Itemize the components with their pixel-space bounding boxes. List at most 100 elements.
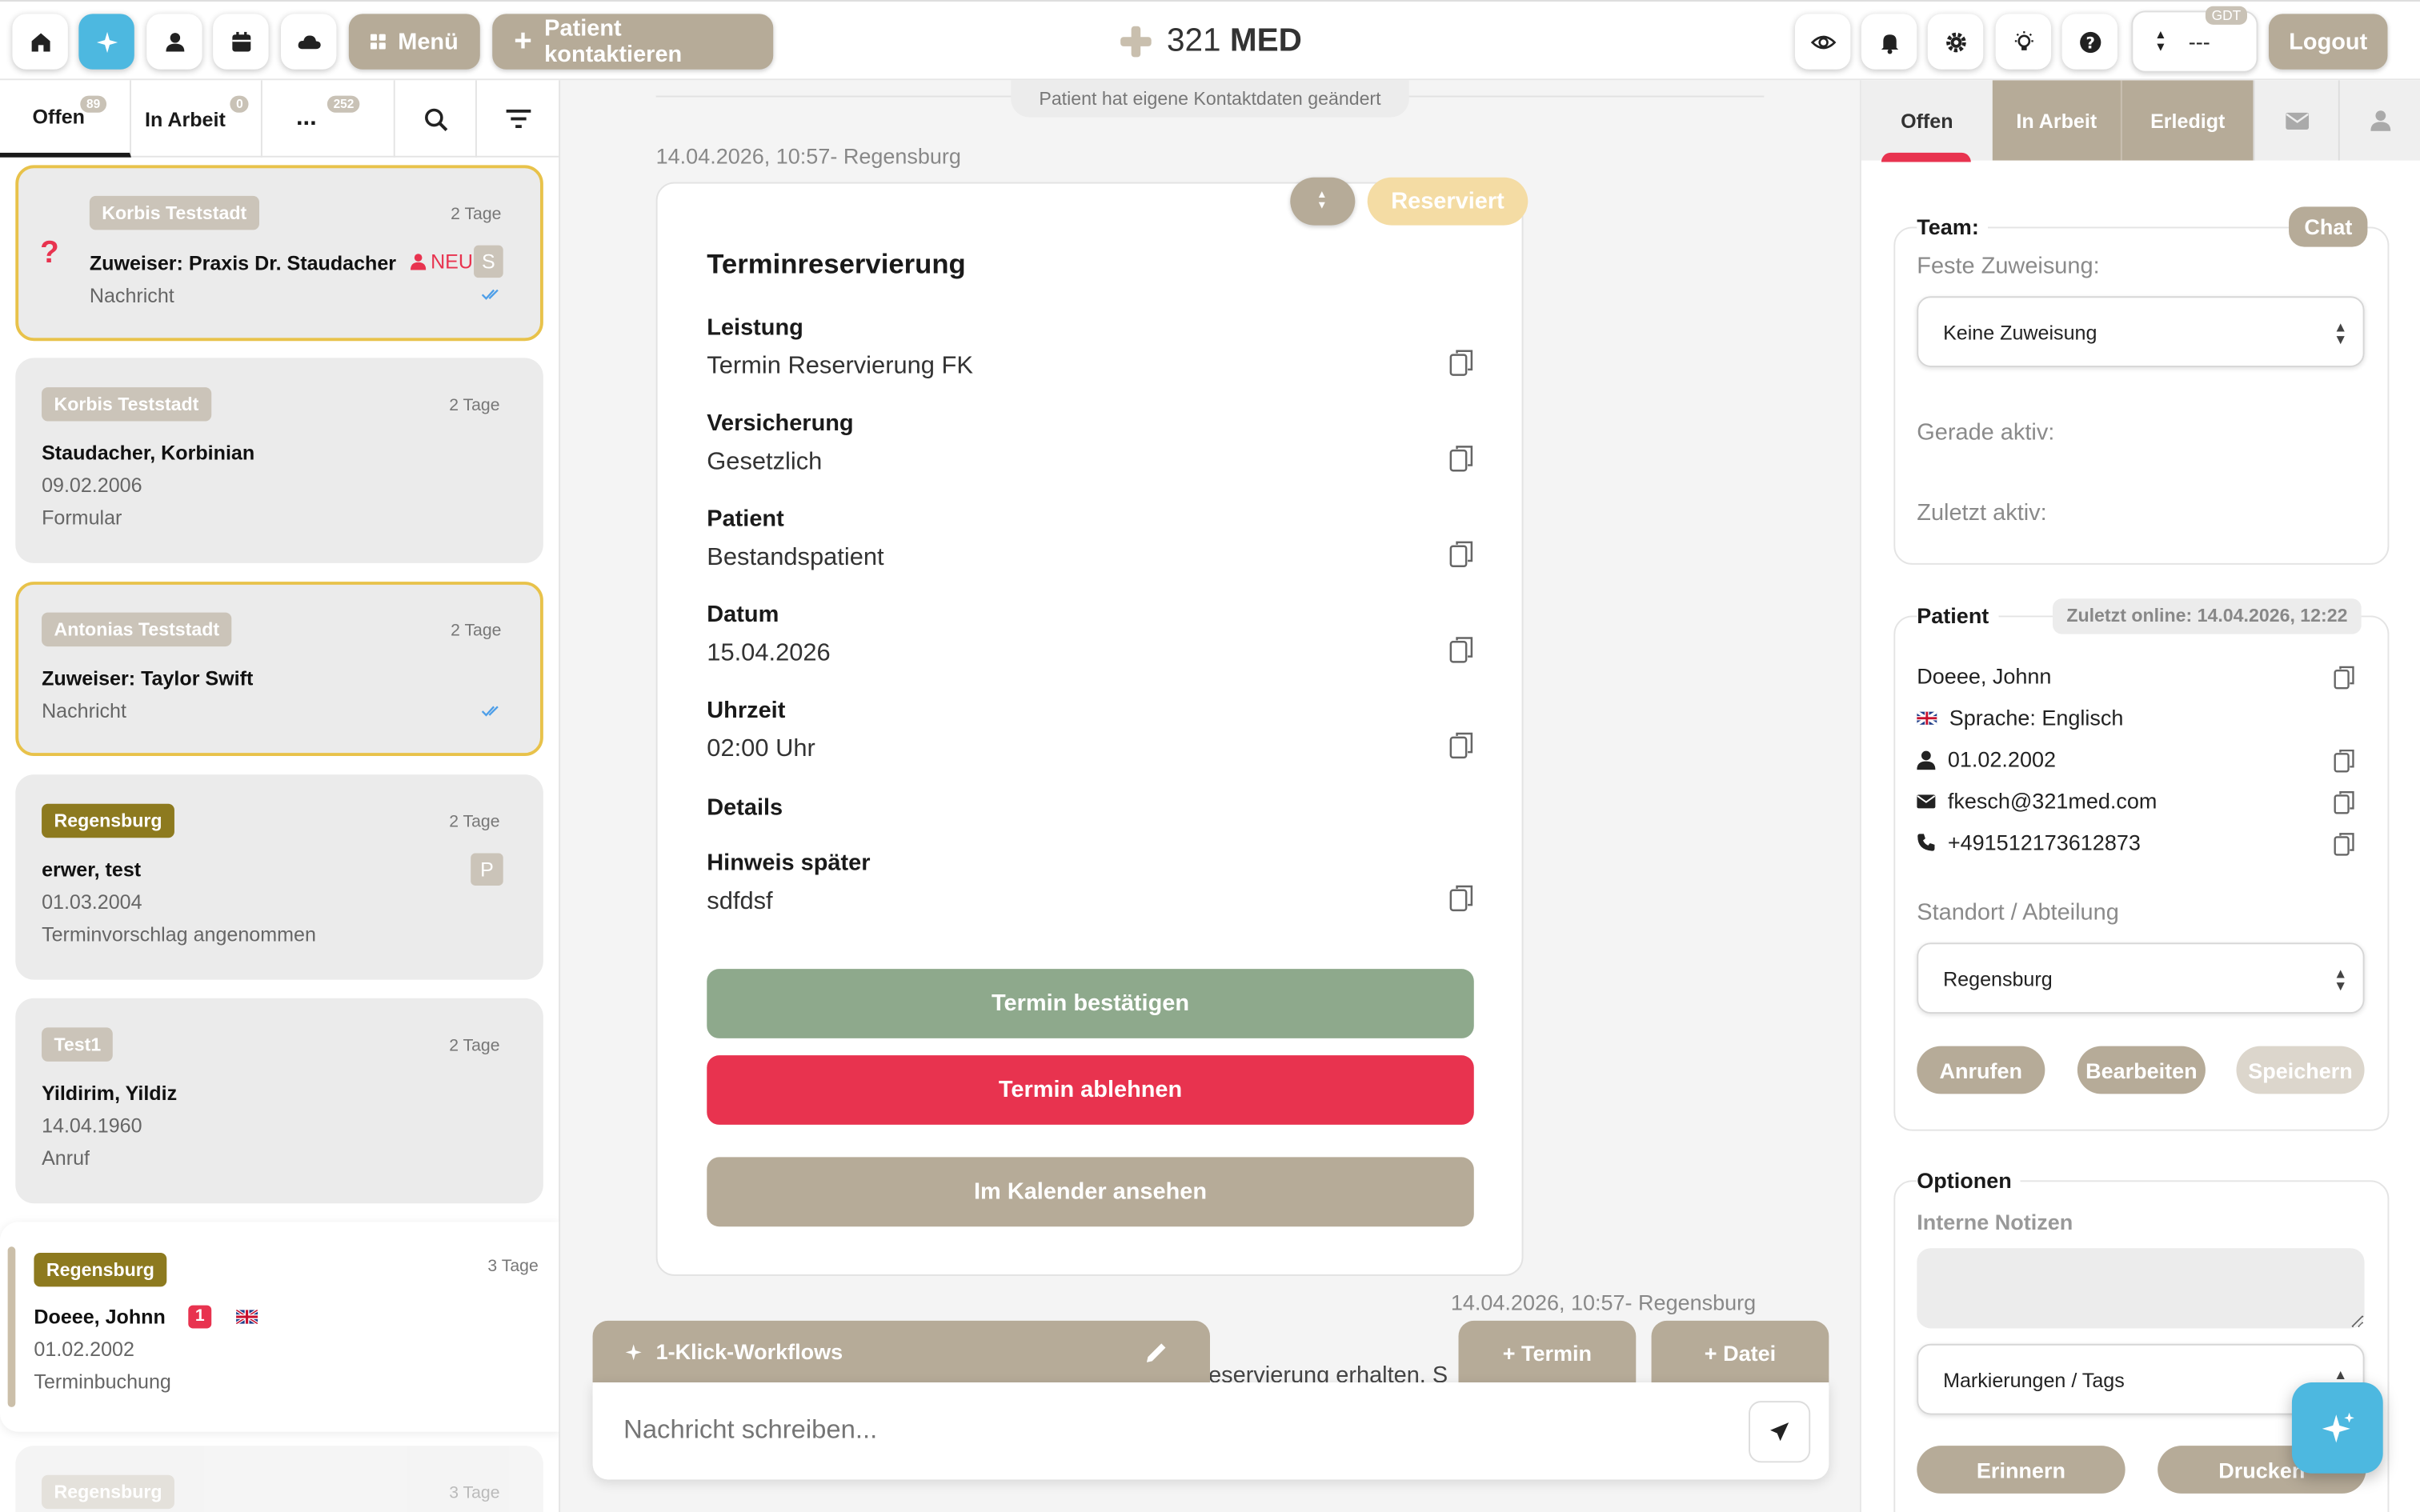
status-toggle-button[interactable]: ▲ ▼	[1290, 177, 1356, 226]
message-input[interactable]	[611, 1401, 1723, 1460]
message-timestamp: 14.04.2026, 10:57- Regensburg	[655, 143, 961, 169]
initial-badge: S	[474, 245, 503, 278]
location-select[interactable]: Regensburg ▲ ▼	[1917, 942, 2365, 1014]
add-file-button[interactable]: + Datei	[1651, 1320, 1829, 1386]
ai-button[interactable]	[78, 14, 134, 70]
copy-icon[interactable]	[2334, 831, 2355, 856]
menu-button[interactable]: Menü	[348, 14, 480, 70]
svg-text:?: ?	[2085, 33, 2094, 51]
phone-icon	[1917, 834, 1935, 851]
copy-icon[interactable]	[1449, 349, 1474, 377]
help-button[interactable]: ?	[2061, 14, 2118, 70]
copy-icon[interactable]	[1449, 444, 1474, 472]
gdt-select[interactable]: ▲ ▼ --- GDT	[2131, 6, 2258, 73]
sparkle-icon	[95, 30, 118, 53]
tab-more[interactable]: ... 252	[262, 80, 395, 158]
conversation-type: Nachricht	[89, 283, 174, 307]
copy-icon[interactable]	[2334, 790, 2355, 814]
call-button[interactable]: Anrufen	[1917, 1046, 2045, 1094]
pencil-icon[interactable]	[1144, 1339, 1170, 1366]
tab-right-erledigt[interactable]: Erledigt	[2122, 80, 2254, 161]
remind-button[interactable]: Erinnern	[1917, 1446, 2126, 1494]
question-icon: ?	[2079, 30, 2101, 53]
copy-icon[interactable]	[1449, 540, 1474, 568]
age-label: 2 Tage	[449, 1036, 500, 1056]
conversation-name: erwer, test	[42, 858, 142, 882]
patient-phone: +491512173612873	[1947, 830, 2141, 855]
location-tag: Regensburg	[34, 1252, 167, 1287]
tab-right-profile[interactable]	[2338, 80, 2420, 161]
internal-notes-input[interactable]	[1917, 1248, 2365, 1329]
list-item[interactable]: Regensburg 2 Tage erwer, test P 01.03.20…	[15, 774, 543, 980]
visibility-button[interactable]	[1794, 14, 1851, 70]
conversation-type: Formular	[42, 506, 122, 530]
copy-icon[interactable]	[1449, 636, 1474, 664]
logout-label: Logout	[2289, 28, 2368, 55]
fixed-assignment-select[interactable]: Keine Zuweisung ▲ ▼	[1917, 296, 2365, 367]
menu-label: Menü	[398, 28, 459, 55]
list-item[interactable]: Antonias Teststadt 2 Tage Zuweiser: Tayl…	[15, 582, 543, 756]
field-label-uhrzeit: Uhrzeit	[707, 697, 786, 724]
settings-button[interactable]	[1927, 14, 1984, 70]
patients-button[interactable]	[146, 14, 202, 70]
reject-appointment-button[interactable]: Termin ablehnen	[707, 1055, 1474, 1125]
tab-right-offen[interactable]: Offen	[1861, 80, 1993, 162]
age-label: 3 Tage	[449, 1484, 500, 1503]
field-value-patient: Bestandspatient	[707, 544, 884, 571]
user-icon	[2370, 110, 2391, 131]
birth-date: 14.04.1960	[42, 1114, 142, 1138]
new-indicator: NEU	[410, 250, 473, 273]
conversation-name: Zuweiser: Taylor Swift	[42, 666, 254, 690]
patient-section: Patient Zuletzt online: 14.04.2026, 12:2…	[1893, 598, 2390, 1131]
chat-button[interactable]: Chat	[2289, 206, 2368, 247]
patient-dob: 01.02.2002	[1947, 746, 2057, 772]
read-check-icon	[481, 706, 499, 717]
copy-icon[interactable]	[1449, 731, 1474, 759]
tab-in-arbeit[interactable]: In Arbeit 0	[131, 80, 262, 158]
select-caret-icon: ▲▼	[1316, 190, 1328, 212]
uk-flag-icon	[236, 1310, 258, 1324]
list-item-selected[interactable]: Regensburg 3 Tage Doeee, Johnn 1 01.02.2…	[0, 1222, 559, 1432]
edit-button[interactable]: Bearbeiten	[2077, 1046, 2206, 1094]
search-button[interactable]	[395, 80, 477, 158]
patient-name-row: Doeee, Johnn	[1917, 663, 2051, 688]
home-button[interactable]	[12, 14, 68, 70]
theme-button[interactable]	[1995, 14, 2052, 70]
fixed-assignment-value: Keine Zuweisung	[1943, 320, 2097, 344]
location-label: Standort / Abteilung	[1917, 899, 2119, 926]
list-item[interactable]: Test1 2 Tage Yildirim, Yildiz 14.04.1960…	[15, 998, 543, 1204]
add-appointment-button[interactable]: + Termin	[1458, 1320, 1637, 1386]
logout-button[interactable]: Logout	[2268, 14, 2388, 70]
confirm-appointment-button[interactable]: Termin bestätigen	[707, 969, 1474, 1038]
list-item[interactable]: Regensburg 3 Tage	[15, 1446, 543, 1512]
age-label: 2 Tage	[451, 622, 502, 641]
patient-name: Doeee, Johnn	[1917, 663, 2052, 689]
send-button[interactable]	[1749, 1401, 1811, 1463]
calendar-button[interactable]	[213, 14, 269, 70]
field-label-patient: Patient	[707, 506, 784, 533]
save-button[interactable]: Speichern	[2236, 1046, 2365, 1094]
tab-offen[interactable]: Offen 89	[0, 80, 131, 158]
notifications-button[interactable]	[1861, 14, 1917, 70]
ai-assistant-fab[interactable]	[2291, 1382, 2383, 1474]
age-label: 2 Tage	[451, 205, 502, 224]
tab-right-in-arbeit[interactable]: In Arbeit	[1992, 80, 2122, 161]
patient-phone-row: +491512173612873	[1917, 830, 2141, 855]
read-check-icon	[481, 289, 499, 300]
cloud-button[interactable]	[280, 14, 337, 70]
field-value-uhrzeit: 02:00 Uhr	[707, 735, 815, 762]
copy-icon[interactable]	[1449, 884, 1474, 912]
location-tag: Korbis Teststadt	[89, 195, 259, 230]
filter-button[interactable]	[477, 80, 559, 157]
list-item[interactable]: Korbis Teststadt 2 Tage ? Zuweiser: Prax…	[15, 165, 543, 342]
tab-right-messages[interactable]	[2253, 80, 2338, 161]
workflows-bar[interactable]: 1-Klick-Workflows	[592, 1320, 1210, 1386]
view-calendar-button[interactable]: Im Kalender ansehen	[707, 1157, 1474, 1227]
copy-icon[interactable]	[2334, 748, 2355, 773]
copy-icon[interactable]	[2334, 665, 2355, 690]
field-label-leistung: Leistung	[707, 314, 803, 342]
list-item[interactable]: Korbis Teststadt 2 Tage Staudacher, Korb…	[15, 358, 543, 563]
internal-notes-label: Interne Notizen	[1917, 1209, 2073, 1234]
contact-patient-button[interactable]: + Patient kontaktieren	[492, 14, 774, 70]
lightbulb-icon	[2013, 30, 2033, 50]
